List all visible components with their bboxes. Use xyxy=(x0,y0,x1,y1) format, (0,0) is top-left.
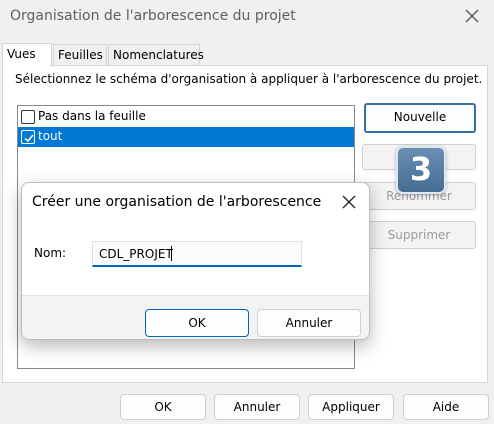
delete-button[interactable]: Supprimer xyxy=(362,221,476,249)
checkbox-checked[interactable] xyxy=(21,130,35,144)
close-icon[interactable] xyxy=(462,6,482,26)
dialog-title: Créer une organisation de l'arborescence xyxy=(32,194,322,210)
tab-vues[interactable]: Vues xyxy=(2,43,52,67)
list-item-label: Pas dans la feuille xyxy=(38,109,146,123)
checkmark-icon xyxy=(24,134,34,143)
step-badge: 3 xyxy=(396,146,446,194)
name-label: Nom: xyxy=(34,246,67,260)
ok-button[interactable]: OK xyxy=(120,394,206,420)
tab-strip: Vues Feuilles Nomenclatures xyxy=(0,43,494,67)
new-button[interactable]: Nouvelle xyxy=(364,103,476,133)
dialog-cancel-button[interactable]: Annuler xyxy=(257,309,361,337)
name-field[interactable] xyxy=(92,241,302,267)
tab-feuilles[interactable]: Feuilles xyxy=(53,44,107,66)
title-bar: Organisation de l'arborescence du projet xyxy=(0,0,494,34)
text-caret xyxy=(171,246,172,261)
cancel-button[interactable]: Annuler xyxy=(214,394,300,420)
instruction-text: Sélectionnez le schéma d'organisation à … xyxy=(15,72,483,86)
close-icon[interactable] xyxy=(341,194,357,210)
list-item-selected[interactable]: tout xyxy=(18,127,354,147)
dialog-footer: OK Annuler xyxy=(22,295,369,339)
apply-button[interactable]: Appliquer xyxy=(308,394,394,420)
help-button[interactable]: Aide xyxy=(403,394,489,420)
window-title: Organisation de l'arborescence du projet xyxy=(10,8,296,24)
create-organization-dialog: Créer une organisation de l'arborescence… xyxy=(21,182,370,340)
dialog-ok-button[interactable]: OK xyxy=(145,309,249,337)
list-item[interactable]: Pas dans la feuille xyxy=(18,107,354,127)
checkbox[interactable] xyxy=(21,110,35,124)
tab-nomenclatures[interactable]: Nomenclatures xyxy=(108,44,204,66)
list-item-label: tout xyxy=(38,129,63,143)
